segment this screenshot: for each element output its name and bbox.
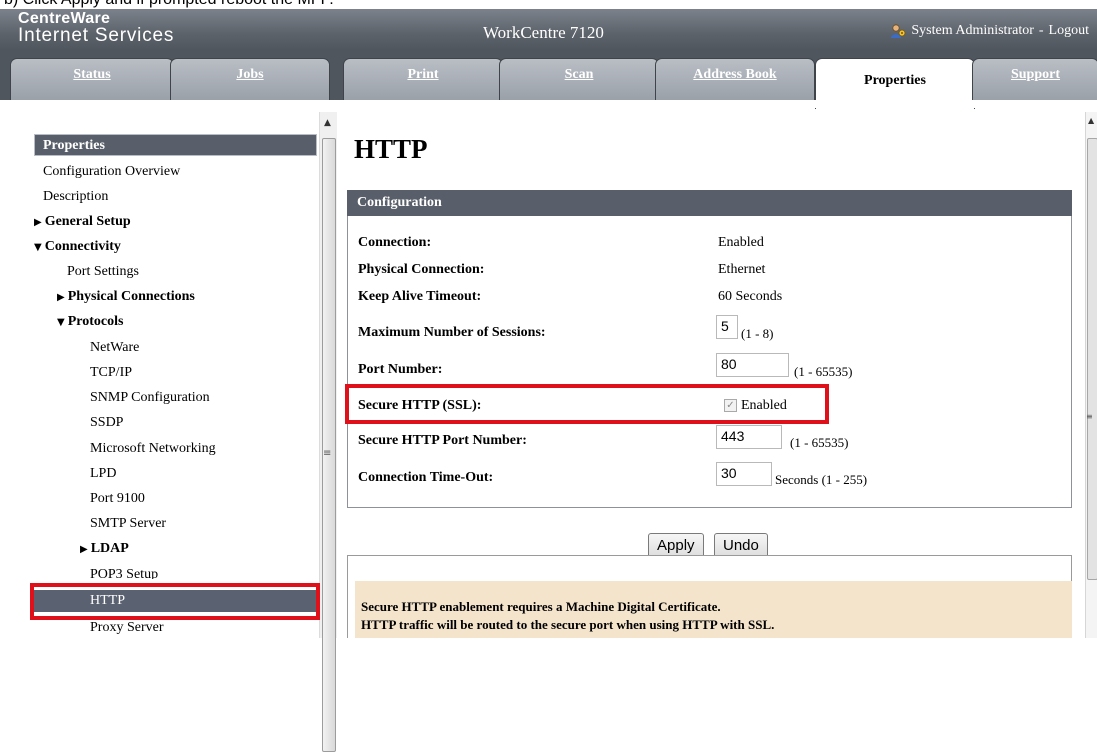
scroll-grip-icon: ≡ (1086, 412, 1093, 421)
keep-alive-timeout-value: 60 Seconds (718, 289, 783, 304)
note-line-1: Secure HTTP enablement requires a Machin… (361, 599, 721, 614)
tab-status[interactable]: Status (10, 58, 174, 101)
sidebar-item-smtp-server[interactable]: SMTP Server (90, 516, 166, 532)
sidebar-item-general-setup[interactable]: ▶ General Setup (34, 214, 131, 230)
max-sessions-range: (1 - 8) (741, 326, 774, 341)
sidebar-item-proxy-server[interactable]: Proxy Server (90, 620, 164, 636)
scroll-up-icon[interactable]: ▲ (1088, 116, 1094, 125)
note-line-2: HTTP traffic will be routed to the secur… (361, 617, 775, 632)
document-caption: b) Click Apply and if prompted reboot th… (0, 0, 1097, 9)
sidebar-item-label: Physical Connections (67, 289, 195, 304)
nav-scrollbar[interactable]: ▲ ≡ (319, 112, 337, 752)
configuration-section-header: Configuration (347, 190, 1072, 216)
configuration-panel (347, 216, 1072, 508)
sidebar-item-netware[interactable]: NetWare (90, 340, 139, 356)
connection-timeout-input[interactable]: 30 (716, 462, 772, 486)
sidebar-item-label: Protocols (67, 314, 124, 329)
expand-triangle-icon: ▶ (34, 217, 42, 228)
sidebar-item-label: Connectivity (44, 239, 121, 254)
product-logo: CentreWare Internet Services (18, 10, 175, 46)
secure-http-port-label: Secure HTTP Port Number: (358, 433, 527, 448)
port-number-input[interactable]: 80 (716, 353, 789, 377)
app-header: CentreWare Internet Services WorkCentre … (0, 9, 1097, 50)
sidebar-item-physical-connections[interactable]: ▶ Physical Connections (57, 289, 195, 305)
tab-support[interactable]: Support (972, 58, 1097, 101)
expand-triangle-icon: ▶ (57, 292, 65, 303)
physical-connection-value: Ethernet (718, 262, 766, 277)
device-name: WorkCentre 7120 (483, 23, 604, 42)
sidebar-item-snmp-configuration[interactable]: SNMP Configuration (90, 390, 210, 406)
admin-user-icon (890, 23, 906, 39)
port-number-range: (1 - 65535) (794, 364, 853, 379)
user-name: System Administrator (911, 23, 1034, 38)
sidebar-item-port-9100[interactable]: Port 9100 (90, 491, 145, 507)
sidebar-item-lpd[interactable]: LPD (90, 466, 116, 482)
connection-value: Enabled (718, 235, 764, 250)
sidebar-title: Properties (34, 134, 317, 156)
tab-address-book[interactable]: Address Book (655, 58, 815, 101)
physical-connection-label: Physical Connection: (358, 262, 485, 277)
scroll-up-icon[interactable]: ▲ (324, 118, 331, 128)
sidebar-item-protocols[interactable]: ▼ Protocols (57, 314, 123, 330)
tab-jobs[interactable]: Jobs (170, 58, 330, 101)
nav-scroll-thumb[interactable] (322, 138, 336, 752)
sidebar-item-ssdp[interactable]: SSDP (90, 415, 123, 431)
highlight-box-secure-http (345, 384, 829, 424)
page-title: HTTP (354, 134, 428, 164)
sidebar-item-microsoft-networking[interactable]: Microsoft Networking (90, 441, 216, 457)
scroll-grip-icon: ≡ (323, 448, 332, 459)
expand-triangle-icon: ▶ (80, 544, 88, 555)
left-navigation (0, 108, 340, 638)
sidebar-item-description[interactable]: Description (43, 189, 108, 205)
main-scrollbar[interactable]: ▲ ≡ (1085, 112, 1097, 638)
highlight-box-http-nav (30, 583, 320, 620)
sidebar-item-configuration-overview[interactable]: Configuration Overview (43, 164, 180, 180)
keep-alive-timeout-label: Keep Alive Timeout: (358, 289, 482, 304)
sidebar-item-label: General Setup (44, 214, 131, 229)
max-sessions-label: Maximum Number of Sessions: (358, 325, 546, 340)
logo-line-2: Internet Services (18, 25, 175, 46)
collapse-triangle-icon: ▼ (57, 317, 65, 328)
collapse-triangle-icon: ▼ (34, 242, 42, 253)
sidebar-item-label: LDAP (90, 541, 129, 556)
sidebar-item-tcp-ip[interactable]: TCP/IP (90, 365, 132, 381)
user-area: System Administrator - Logout (890, 23, 1089, 39)
sidebar-item-connectivity[interactable]: ▼ Connectivity (34, 239, 121, 255)
tab-list: Status Jobs Print Scan Address Book Prop… (10, 58, 1097, 109)
logout-link[interactable]: Logout (1049, 23, 1089, 39)
connection-timeout-range: Seconds (1 - 255) (775, 472, 868, 487)
sidebar-item-ldap[interactable]: ▶ LDAP (80, 541, 129, 557)
tab-print[interactable]: Print (343, 58, 503, 101)
port-number-label: Port Number: (358, 362, 443, 377)
tab-underline (0, 100, 1097, 108)
header-separator: - (1038, 23, 1044, 38)
secure-http-port-range: (1 - 65535) (790, 435, 849, 450)
connection-timeout-label: Connection Time-Out: (358, 470, 494, 485)
sidebar-item-pop3-setup[interactable]: POP3 Setup (90, 567, 158, 579)
sidebar-item-port-settings[interactable]: Port Settings (67, 264, 139, 280)
connection-label: Connection: (358, 235, 432, 250)
tab-scan[interactable]: Scan (499, 58, 659, 101)
secure-http-port-input[interactable]: 443 (716, 425, 782, 449)
max-sessions-input[interactable]: 5 (716, 315, 738, 339)
info-note: Secure HTTP enablement requires a Machin… (355, 581, 1072, 638)
main-scroll-thumb[interactable] (1087, 138, 1097, 580)
